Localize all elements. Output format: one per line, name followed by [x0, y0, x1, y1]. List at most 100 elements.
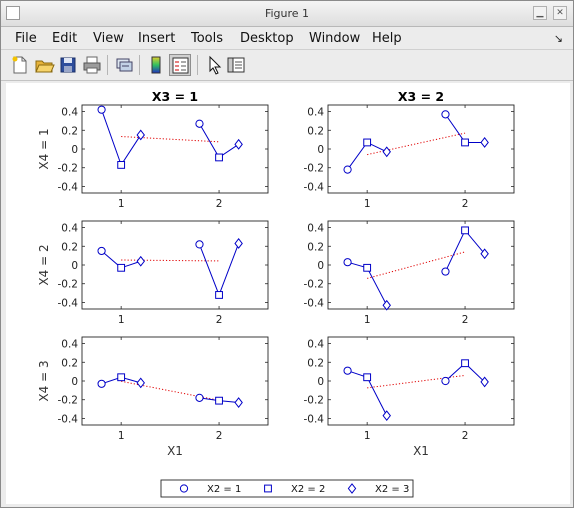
legend-label: X2 = 2: [291, 484, 325, 495]
data-point: [441, 376, 450, 386]
x-tick-label: 1: [364, 314, 371, 326]
x-tick-label: 2: [462, 198, 469, 210]
data-point: [363, 263, 372, 272]
y-tick-label: 0: [317, 376, 324, 388]
menu-desktop[interactable]: Desktop: [240, 31, 294, 46]
menu-edit[interactable]: Edit: [52, 31, 77, 46]
menu-file-label: File: [15, 31, 37, 46]
pointer-icon[interactable]: [203, 54, 225, 76]
close-icon[interactable]: ✕: [553, 6, 567, 20]
menu-tools[interactable]: Tools: [191, 31, 223, 46]
y-tick-label: -0.2: [58, 395, 79, 407]
legend-icon[interactable]: [169, 54, 191, 76]
menu-desktop-label: Desktop: [240, 31, 294, 46]
menu-insert-label: Insert: [138, 31, 176, 46]
x-tick-label: 2: [216, 198, 223, 210]
y-tick-label: 0.4: [61, 339, 78, 351]
data-point: [117, 373, 126, 382]
y-tick-label: 0: [71, 144, 78, 156]
legend-marker: [179, 484, 189, 493]
x-tick-label: 2: [462, 314, 469, 326]
toolbar-separator: [139, 55, 140, 75]
figure-canvas: 0.4 0.2 0 -0.2 -0.4 1 2 0.4 0.2 0 -0.2 -0.4 1 2 0.4 0.2…: [6, 83, 570, 504]
y-tick-label: 0.2: [307, 241, 324, 253]
menu-bar: File Edit View Insert Tools Desktop Wind…: [1, 28, 573, 50]
figure-svg: 0.4 0.2 0 -0.2 -0.4 1 2 0.4 0.2 0 -0.2 -0.4 1 2 0.4 0.2…: [37, 89, 515, 498]
y-tick-label: -0.4: [58, 413, 79, 425]
data-point: [97, 246, 106, 256]
data-point: [215, 153, 223, 162]
toolbar-separator: [197, 55, 198, 75]
row-label: X4 = 1: [37, 128, 51, 169]
y-tick-label: 0.4: [61, 107, 78, 119]
x-tick-label: 1: [364, 430, 371, 442]
y-tick-label: 0.4: [307, 107, 324, 119]
new-figure-icon[interactable]: [9, 54, 31, 76]
data-point: [195, 119, 204, 128]
menu-file[interactable]: File: [15, 31, 37, 46]
axes-box: [81, 220, 269, 310]
data-point: [117, 161, 126, 169]
y-tick-label: 0.4: [61, 223, 78, 235]
minimize-icon[interactable]: ▁: [533, 6, 547, 20]
axes-box: [81, 104, 269, 194]
data-point: [441, 267, 450, 276]
data-point: [343, 258, 352, 267]
x-tick-label: 1: [118, 314, 125, 326]
dock-arrow-icon[interactable]: ↘: [554, 32, 563, 45]
title-bar[interactable]: Figure 1 ▁ ✕: [1, 1, 573, 27]
link-icon[interactable]: [113, 54, 135, 76]
x-tick-label: 2: [216, 314, 223, 326]
data-point: [461, 226, 469, 235]
y-tick-label: -0.2: [304, 279, 325, 291]
y-tick-label: 0.2: [61, 241, 78, 253]
y-tick-label: -0.4: [304, 297, 325, 309]
legend-marker: [264, 484, 272, 493]
legend-label: X2 = 3: [375, 484, 409, 495]
y-tick-label: -0.2: [304, 163, 325, 175]
column-title: X3 = 2: [398, 89, 444, 104]
menu-window[interactable]: Window: [309, 31, 360, 46]
colorbar-icon[interactable]: [145, 54, 167, 76]
menu-help[interactable]: Help: [372, 31, 402, 46]
data-point: [195, 240, 204, 249]
y-tick-label: -0.2: [58, 163, 79, 175]
data-point: [461, 359, 469, 368]
data-point: [363, 373, 372, 382]
x-tick-label: 2: [462, 430, 469, 442]
row-label: X4 = 2: [37, 244, 51, 285]
y-tick-label: 0: [317, 144, 324, 156]
y-tick-label: 0: [71, 260, 78, 272]
data-point: [117, 263, 126, 272]
x-axis-label: X1: [413, 444, 429, 458]
x-tick-label: 1: [118, 430, 125, 442]
data-point: [97, 379, 106, 388]
x-tick-label: 1: [118, 198, 125, 210]
menu-edit-label: Edit: [52, 31, 78, 46]
menu-tools-label: Tools: [191, 31, 224, 46]
y-tick-label: 0.2: [307, 125, 324, 137]
y-tick-label: 0.4: [307, 223, 324, 235]
data-point: [215, 291, 223, 299]
column-title: X3 = 1: [152, 89, 198, 104]
x-tick-label: 1: [364, 198, 371, 210]
axes-box: [327, 104, 515, 194]
y-tick-label: 0: [71, 376, 78, 388]
print-icon[interactable]: [81, 54, 103, 76]
data-point: [343, 165, 352, 174]
property-editor-icon[interactable]: [225, 54, 247, 76]
data-point: [195, 393, 204, 402]
save-icon[interactable]: [57, 54, 79, 76]
y-tick-label: -0.4: [304, 413, 325, 425]
open-file-icon[interactable]: [33, 54, 55, 76]
toolbar-separator: [107, 55, 108, 75]
data-point: [215, 396, 223, 405]
menu-view-label: View: [93, 31, 124, 46]
data-point: [461, 138, 469, 147]
window-title: Figure 1: [264, 7, 310, 20]
x-tick-label: 2: [216, 430, 223, 442]
data-point: [363, 138, 372, 147]
menu-view[interactable]: View: [93, 31, 124, 46]
y-tick-label: -0.2: [58, 279, 79, 291]
menu-insert[interactable]: Insert: [138, 31, 175, 46]
